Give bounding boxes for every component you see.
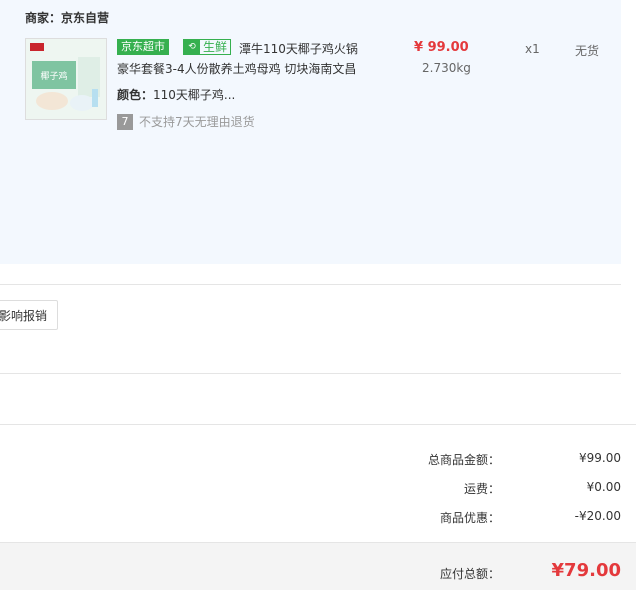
product-price: ¥ 99.00: [414, 40, 469, 55]
product-name-line1[interactable]: 潭牛110天椰子鸡火锅: [239, 40, 358, 57]
jd-supermarket-tag: 京东超市: [117, 39, 169, 55]
stock-status: 无货: [575, 44, 600, 58]
invoice-option-button[interactable]: 影响报销: [0, 300, 58, 330]
divider: [0, 373, 621, 374]
total-amount-label: 总商品金额：: [427, 453, 500, 467]
product-weight: 2.730kg: [422, 61, 471, 75]
divider: [0, 424, 636, 425]
fresh-icon: ⟲: [184, 40, 200, 54]
shipping-value: ¥0.00: [586, 480, 621, 494]
fresh-tag-label: 生鲜: [203, 40, 228, 54]
divider: [0, 284, 621, 285]
color-row: 颜色：110天椰子鸡...: [117, 86, 235, 103]
product-name-line2[interactable]: 豪华套餐3-4人份散养土鸡母鸡 切块海南文昌: [117, 60, 356, 77]
discount-label: 商品优惠：: [439, 511, 500, 525]
discount-value: -¥20.00: [574, 509, 621, 523]
fresh-tag: ⟲ 生鲜: [183, 39, 232, 55]
shipping-label: 运费：: [463, 482, 500, 496]
payable-label: 应付总额：: [439, 567, 500, 581]
no-return-text: 不支持7天无理由退货: [139, 115, 255, 129]
product-quantity: x1: [525, 42, 540, 56]
svg-text:椰子鸡: 椰子鸡: [40, 70, 67, 82]
color-value: 110天椰子鸡...: [153, 88, 236, 102]
product-thumbnail[interactable]: 椰子鸡: [25, 38, 107, 120]
seller-label: 商家：京东自营: [25, 11, 110, 25]
payable-value: ¥79.00: [551, 560, 621, 581]
no-return-note: 7 不支持7天无理由退货: [117, 113, 255, 130]
seven-day-return-icon: 7: [117, 113, 133, 130]
color-label: 颜色：: [117, 88, 154, 102]
total-amount-value: ¥99.00: [579, 451, 621, 465]
